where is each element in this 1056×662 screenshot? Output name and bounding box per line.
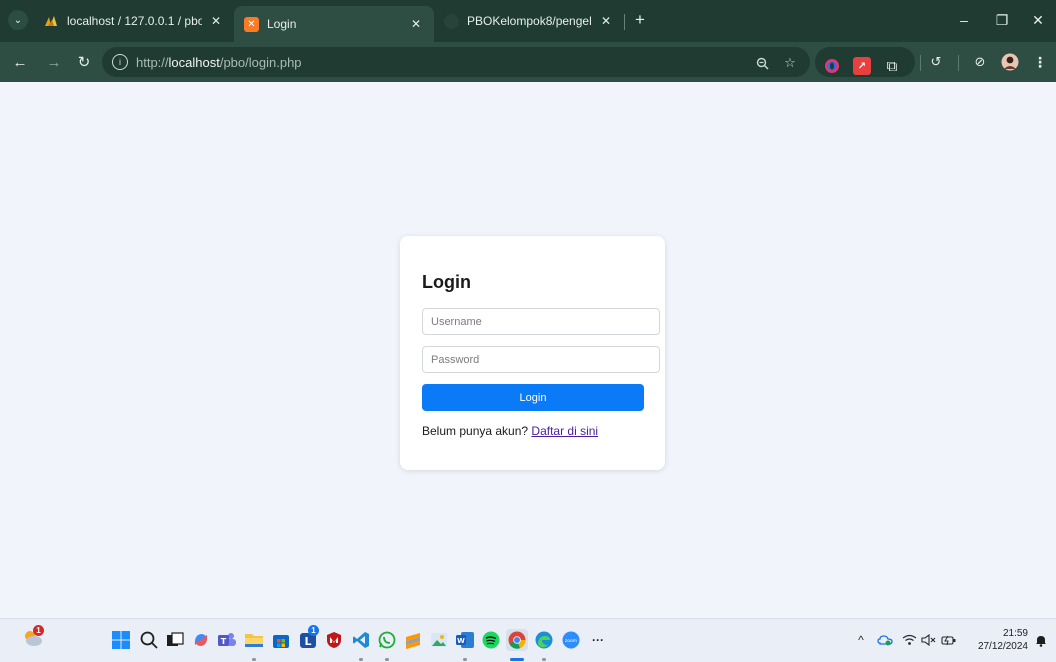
forward-arrow-icon[interactable]: → bbox=[44, 52, 64, 72]
xampp-icon: ✕ bbox=[244, 16, 259, 32]
password-input[interactable] bbox=[422, 346, 660, 373]
notifications-bell-icon[interactable] bbox=[1032, 631, 1050, 649]
onedrive-sync-icon[interactable] bbox=[876, 631, 894, 649]
tab-login[interactable]: ✕ Login ✕ bbox=[234, 6, 434, 42]
register-prompt-text: Belum punya akun? bbox=[422, 424, 532, 438]
phpmyadmin-icon bbox=[44, 14, 59, 29]
microsoft-store-icon[interactable] bbox=[270, 629, 292, 651]
store-badge: 1 bbox=[308, 625, 319, 636]
photos-icon[interactable] bbox=[428, 629, 450, 651]
reload-icon[interactable]: ↻ bbox=[74, 52, 94, 72]
running-indicator bbox=[252, 658, 256, 661]
system-clock[interactable]: 21:59 27/12/2024 bbox=[968, 627, 1028, 653]
file-explorer-icon[interactable] bbox=[243, 629, 265, 651]
svg-text:T: T bbox=[221, 637, 227, 646]
more-apps-icon[interactable]: ··· bbox=[587, 629, 609, 651]
svg-text:W: W bbox=[457, 637, 465, 645]
back-arrow-icon[interactable]: ← bbox=[10, 52, 30, 72]
edge-icon[interactable] bbox=[533, 629, 555, 651]
clock-date: 27/12/2024 bbox=[977, 641, 1028, 652]
windows-taskbar: 1 T L 1 W zoom ··· ^ 21:59 27/12/2024 bbox=[0, 618, 1056, 662]
task-view-icon[interactable] bbox=[164, 629, 186, 651]
tab-title: Login bbox=[267, 17, 297, 31]
url-text: http://localhost/pbo/login.php bbox=[136, 54, 302, 70]
search-icon[interactable] bbox=[138, 629, 160, 651]
puzzle-extensions-icon[interactable]: ⧉ bbox=[883, 57, 901, 75]
tab-title: PBOKelompok8/pengeluaran_h bbox=[467, 14, 592, 28]
tab-search-icon[interactable]: ⌄ bbox=[8, 10, 28, 30]
copilot-icon[interactable] bbox=[190, 629, 212, 651]
register-link[interactable]: Daftar di sini bbox=[531, 424, 598, 438]
profile-avatar[interactable] bbox=[1000, 52, 1020, 72]
running-indicator bbox=[463, 658, 467, 661]
arrow-extension-icon[interactable]: ↗ bbox=[853, 57, 871, 75]
svg-text:L: L bbox=[304, 635, 311, 648]
extensions-group: ↗ ⧉ bbox=[815, 47, 915, 77]
opera-extension-icon[interactable] bbox=[823, 57, 841, 75]
restore-button[interactable]: ❐ bbox=[992, 10, 1012, 30]
teams-icon[interactable]: T bbox=[216, 629, 238, 651]
register-prompt: Belum punya akun? Daftar di sini bbox=[422, 424, 598, 438]
running-indicator bbox=[359, 658, 363, 661]
close-window-button[interactable]: ✕ bbox=[1028, 10, 1048, 30]
show-hidden-icons-chevron[interactable]: ^ bbox=[852, 631, 870, 649]
battery-charging-icon[interactable] bbox=[940, 631, 958, 649]
spotify-icon[interactable] bbox=[480, 629, 502, 651]
tab-close-icon[interactable]: ✕ bbox=[208, 13, 224, 29]
toolbar-separator bbox=[920, 55, 921, 71]
browser-menu-icon[interactable]: ⋮ bbox=[1030, 52, 1050, 72]
zoom-icon[interactable] bbox=[754, 55, 770, 71]
sublime-icon[interactable] bbox=[402, 629, 424, 651]
wifi-icon[interactable] bbox=[900, 631, 918, 649]
running-indicator bbox=[385, 658, 389, 661]
clock-time: 21:59 bbox=[1002, 628, 1028, 639]
login-heading: Login bbox=[422, 272, 471, 292]
site-info-icon[interactable]: i bbox=[112, 54, 128, 70]
running-indicator bbox=[542, 658, 546, 661]
username-input[interactable] bbox=[422, 308, 660, 335]
login-card: Login Login Belum punya akun? Daftar di … bbox=[400, 236, 665, 470]
github-icon bbox=[444, 13, 459, 29]
word-icon[interactable]: W bbox=[454, 629, 476, 651]
history-icon[interactable]: ↺ bbox=[926, 52, 946, 72]
page-content: Login Login Belum punya akun? Daftar di … bbox=[0, 82, 1056, 618]
active-app-indicator bbox=[510, 658, 524, 661]
toolbar-separator bbox=[958, 55, 959, 71]
bookmark-star-icon[interactable]: ☆ bbox=[782, 55, 798, 71]
tab-close-icon[interactable]: ✕ bbox=[598, 13, 614, 29]
volume-muted-icon[interactable] bbox=[920, 631, 938, 649]
new-tab-button[interactable]: + bbox=[630, 10, 650, 30]
login-button[interactable]: Login bbox=[422, 384, 644, 411]
vscode-icon[interactable] bbox=[350, 629, 372, 651]
chrome-icon[interactable] bbox=[506, 629, 528, 651]
svg-text:zoom: zoom bbox=[565, 639, 577, 644]
mcafee-icon[interactable] bbox=[323, 629, 345, 651]
tab-title: localhost / 127.0.0.1 / pbo / pe bbox=[67, 14, 202, 28]
tab-github[interactable]: PBOKelompok8/pengeluaran_h ✕ bbox=[434, 6, 624, 36]
tab-separator bbox=[624, 14, 625, 30]
browser-toolbar: ← → ↻ i http://localhost/pbo/login.php ☆… bbox=[0, 42, 1056, 82]
weather-badge: 1 bbox=[33, 625, 44, 636]
whatsapp-icon[interactable] bbox=[376, 629, 398, 651]
zoom-app-icon[interactable]: zoom bbox=[560, 629, 582, 651]
browser-tab-bar: ⌄ localhost / 127.0.0.1 / pbo / pe ✕ ✕ L… bbox=[0, 0, 1056, 42]
tab-phpmyadmin[interactable]: localhost / 127.0.0.1 / pbo / pe ✕ bbox=[34, 6, 234, 36]
windows-start-icon[interactable] bbox=[110, 629, 132, 651]
address-bar[interactable]: i http://localhost/pbo/login.php ☆ bbox=[102, 47, 810, 77]
minimize-button[interactable]: – bbox=[954, 10, 974, 30]
sync-icon[interactable]: ⊘ bbox=[970, 52, 990, 72]
tab-close-icon[interactable]: ✕ bbox=[408, 16, 424, 32]
